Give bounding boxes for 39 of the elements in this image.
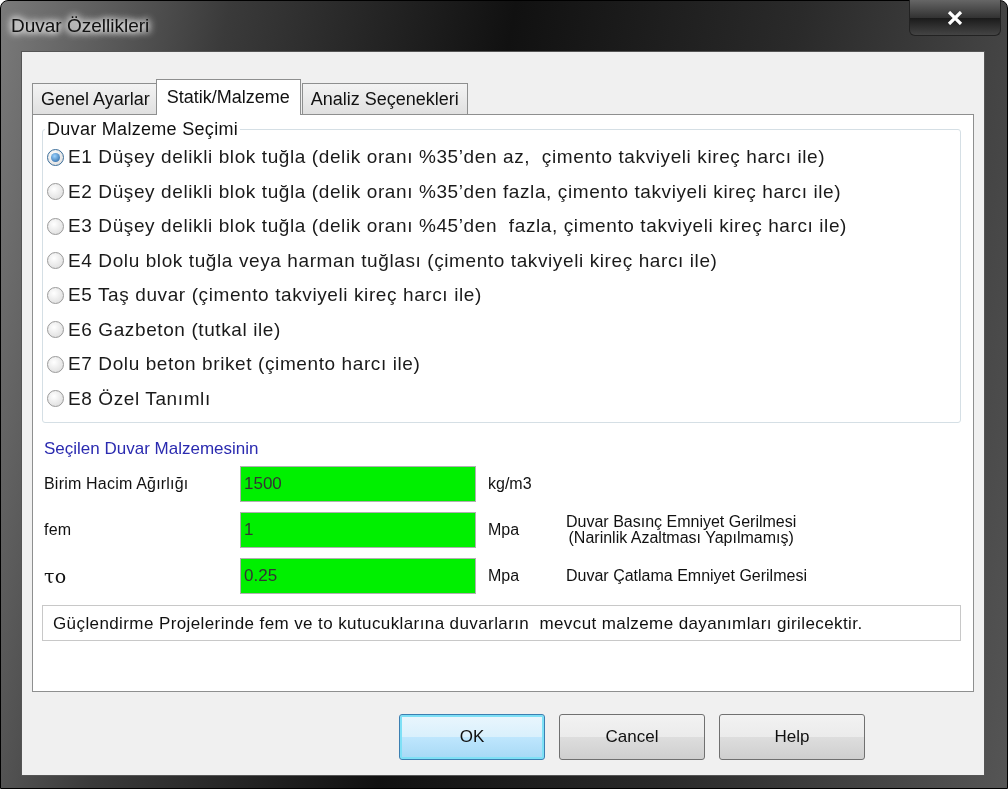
input-field[interactable]: 1 xyxy=(240,512,476,548)
radio-label[interactable]: E5 Taş duvar (çimento takviyeli kireç harcı ile) xyxy=(68,284,482,307)
close-button[interactable] xyxy=(909,0,1001,36)
window-title: Duvar Özellikleri xyxy=(11,15,150,37)
cancel-button[interactable]: Cancel xyxy=(559,714,705,760)
group-title: Duvar Malzeme Seçimi xyxy=(46,119,240,140)
tab[interactable]: Genel Ayarlar xyxy=(32,83,159,114)
field-label: τo xyxy=(44,565,68,587)
input-field[interactable]: 0.25 xyxy=(240,558,476,594)
radio-button[interactable] xyxy=(47,148,64,166)
radio-button[interactable] xyxy=(47,252,64,270)
help-button[interactable]: Help xyxy=(719,714,865,760)
radio-label[interactable]: E8 Özel Tanımlı xyxy=(68,387,211,410)
radio-button[interactable] xyxy=(47,321,64,339)
radio-label[interactable]: E2 Düşey delikli blok tuğla (delik oranı %35’den fazla, çimento takviyeli kireç harcı ile) xyxy=(68,180,842,203)
note-text: Güçlendirme Projelerinde fem ve to kutucuklarına duvarların mevcut malzeme dayanımları girilecektir. xyxy=(42,605,961,641)
unit-label: kg/m3 xyxy=(487,475,533,493)
close-icon xyxy=(947,10,963,25)
radio-button[interactable] xyxy=(47,183,64,201)
unit-label: Mpa xyxy=(487,567,521,585)
radio-label[interactable]: E6 Gazbeton (tutkal ile) xyxy=(68,318,281,341)
field-label: Birim Hacim Ağırlığı xyxy=(44,475,190,493)
tab[interactable]: Statik/Malzeme xyxy=(155,79,301,115)
section-title: Seçilen Duvar Malzemesinin xyxy=(44,439,260,459)
input-field[interactable]: 1500 xyxy=(240,466,476,502)
radio-label[interactable]: E1 Düşey delikli blok tuğla (delik oranı %35’den az, çimento takviyeli kireç harcı ile) xyxy=(68,146,826,169)
field-description: Duvar Basınç Emniyet Gerilmesi (Narinlik Azaltması Yapılmamış) xyxy=(566,514,797,546)
unit-label: Mpa xyxy=(487,521,521,539)
field-label: fem xyxy=(44,521,73,539)
ok-button[interactable]: OK xyxy=(399,714,545,760)
radio-label[interactable]: E3 Düşey delikli blok tuğla (delik oranı %45’den fazla, çimento takviyeli kireç harcı ile) xyxy=(68,215,848,238)
radio-label[interactable]: E4 Dolu blok tuğla veya harman tuğlası (çimento takviyeli kireç harcı ile) xyxy=(68,249,718,272)
tab[interactable]: Analiz Seçenekleri xyxy=(301,83,468,114)
radio-button[interactable] xyxy=(47,355,64,373)
radio-button[interactable] xyxy=(47,217,64,235)
field-description: Duvar Çatlama Emniyet Gerilmesi xyxy=(566,568,807,584)
radio-button[interactable] xyxy=(47,390,64,408)
radio-button[interactable] xyxy=(47,286,64,304)
radio-label[interactable]: E7 Dolu beton briket (çimento harcı ile) xyxy=(68,353,421,376)
